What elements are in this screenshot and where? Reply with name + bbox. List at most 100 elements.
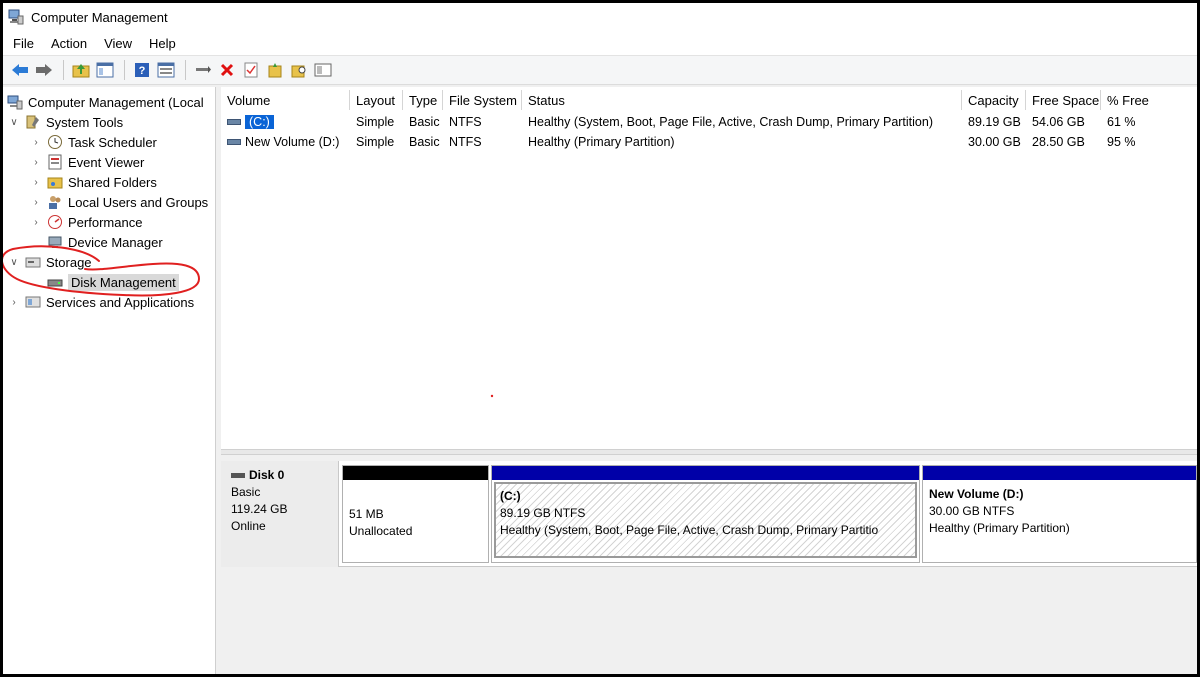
volume-list: Volume Layout Type File System Status Ca… xyxy=(221,87,1197,449)
volume-icon xyxy=(227,119,241,125)
chevron-down-icon[interactable]: ∨ xyxy=(7,257,21,268)
column-free-space[interactable]: Free Space xyxy=(1026,90,1101,110)
column-file-system[interactable]: File System xyxy=(443,90,522,110)
chevron-right-icon[interactable]: › xyxy=(29,157,43,168)
partition-size: 51 MB xyxy=(349,507,384,521)
title-bar: Computer Management xyxy=(3,3,1197,31)
table-row[interactable]: New Volume (D:) Simple Basic NTFS Health… xyxy=(221,132,1197,152)
chevron-right-icon[interactable]: › xyxy=(29,197,43,208)
tree-item-shared-folders[interactable]: › Shared Folders xyxy=(29,172,157,192)
table-row[interactable]: (C:) Simple Basic NTFS Healthy (System, … xyxy=(221,112,1197,132)
menu-file[interactable]: File xyxy=(13,36,34,51)
partition-status: Healthy (Primary Partition) xyxy=(929,521,1070,535)
shared-folder-icon xyxy=(47,174,63,190)
computer-management-icon xyxy=(7,8,25,26)
toolbar-separator xyxy=(63,60,64,80)
new-folder-icon[interactable] xyxy=(264,59,286,81)
partition-size: 30.00 GB NTFS xyxy=(929,504,1015,518)
cell-file-system: NTFS xyxy=(449,135,482,149)
window-title: Computer Management xyxy=(31,9,168,25)
cell-capacity: 89.19 GB xyxy=(968,115,1021,129)
tree-item-root[interactable]: Computer Management (Local xyxy=(7,92,204,112)
toolbar-separator xyxy=(185,60,186,80)
storage-icon xyxy=(25,254,41,270)
cell-free-space: 28.50 GB xyxy=(1032,135,1085,149)
partition-name: (C:) xyxy=(500,489,521,503)
users-icon xyxy=(47,194,63,210)
view-icon[interactable] xyxy=(312,59,334,81)
svg-text:?: ? xyxy=(139,65,146,77)
chevron-right-icon[interactable]: › xyxy=(29,177,43,188)
volume-list-header: Volume Layout Type File System Status Ca… xyxy=(221,90,1197,110)
chevron-right-icon[interactable]: › xyxy=(29,137,43,148)
tree-item-local-users[interactable]: › Local Users and Groups xyxy=(29,192,208,212)
menu-bar: File Action View Help xyxy=(3,31,1197,55)
disk-row[interactable]: Disk 0 Basic 119.24 GB Online 51 MB Unal… xyxy=(221,461,1197,567)
cell-capacity: 30.00 GB xyxy=(968,135,1021,149)
partition-bar xyxy=(492,466,919,480)
back-arrow-icon[interactable] xyxy=(9,59,31,81)
chevron-right-icon[interactable]: › xyxy=(29,217,43,228)
disk-name: Disk 0 xyxy=(249,468,285,482)
column-capacity[interactable]: Capacity xyxy=(962,90,1026,110)
check-icon[interactable] xyxy=(240,59,262,81)
disk-graphical-view: Disk 0 Basic 119.24 GB Online 51 MB Unal… xyxy=(221,455,1197,674)
disk-info[interactable]: Disk 0 Basic 119.24 GB Online xyxy=(221,461,339,567)
cell-volume: (C:) xyxy=(221,112,350,132)
cell-percent-free: 61 % xyxy=(1107,115,1136,129)
tree-item-event-viewer[interactable]: › Event Viewer xyxy=(29,152,144,172)
delete-icon[interactable] xyxy=(216,59,238,81)
properties-icon[interactable] xyxy=(155,59,177,81)
help-icon[interactable]: ? xyxy=(131,59,153,81)
disk-icon xyxy=(231,473,245,478)
show-hide-tree-icon[interactable] xyxy=(94,59,116,81)
menu-help[interactable]: Help xyxy=(149,36,176,51)
up-folder-icon[interactable] xyxy=(70,59,92,81)
cell-file-system: NTFS xyxy=(449,115,482,129)
tree-item-services-applications[interactable]: › Services and Applications xyxy=(7,292,194,312)
tree-item-system-tools[interactable]: ∨ System Tools xyxy=(7,112,123,132)
disk-state: Online xyxy=(231,519,266,533)
chevron-down-icon[interactable]: ∨ xyxy=(7,117,21,128)
partition-c[interactable]: (C:) 89.19 GB NTFS Healthy (System, Boot… xyxy=(491,465,920,563)
partition-size: 89.19 GB NTFS xyxy=(500,506,586,520)
connect-icon[interactable] xyxy=(192,59,214,81)
chevron-right-icon[interactable]: › xyxy=(7,297,21,308)
column-percent-free[interactable]: % Free xyxy=(1101,90,1197,110)
system-tools-icon xyxy=(25,114,41,130)
event-viewer-icon xyxy=(47,154,63,170)
partition-bar xyxy=(343,466,488,480)
cell-type: Basic xyxy=(409,115,440,129)
tree-item-storage[interactable]: ∨ Storage xyxy=(7,252,91,272)
column-type[interactable]: Type xyxy=(403,90,443,110)
partition-status: Unallocated xyxy=(349,524,413,538)
disk-size: 119.24 GB xyxy=(231,502,288,516)
cell-type: Basic xyxy=(409,135,440,149)
partition-name: New Volume (D:) xyxy=(929,487,1024,501)
column-volume[interactable]: Volume xyxy=(221,90,350,110)
partition-unallocated[interactable]: 51 MB Unallocated xyxy=(342,465,489,563)
toolbar-separator xyxy=(124,60,125,80)
column-layout[interactable]: Layout xyxy=(350,90,403,110)
clock-icon xyxy=(47,134,63,150)
cell-free-space: 54.06 GB xyxy=(1032,115,1085,129)
partition-d[interactable]: New Volume (D:) 30.00 GB NTFS Healthy (P… xyxy=(922,465,1197,563)
toolbar: ? xyxy=(3,55,1197,85)
forward-arrow-icon[interactable] xyxy=(33,59,55,81)
tree-item-task-scheduler[interactable]: › Task Scheduler xyxy=(29,132,157,152)
tree-item-disk-management[interactable]: Disk Management xyxy=(47,272,179,292)
search-folder-icon[interactable] xyxy=(288,59,310,81)
menu-view[interactable]: View xyxy=(104,36,132,51)
cell-layout: Simple xyxy=(356,115,395,129)
tree-item-device-manager[interactable]: Device Manager xyxy=(47,232,163,252)
tree-item-performance[interactable]: › Performance xyxy=(29,212,142,232)
device-manager-icon xyxy=(47,234,63,250)
menu-action[interactable]: Action xyxy=(51,36,87,51)
volume-icon xyxy=(227,139,241,145)
column-status[interactable]: Status xyxy=(522,90,962,110)
disk-management-icon xyxy=(47,274,63,290)
cell-status: Healthy (System, Boot, Page File, Active… xyxy=(528,115,933,129)
computer-management-icon xyxy=(7,94,23,110)
partition-status: Healthy (System, Boot, Page File, Active… xyxy=(500,523,879,537)
cell-status: Healthy (Primary Partition) xyxy=(528,135,675,149)
